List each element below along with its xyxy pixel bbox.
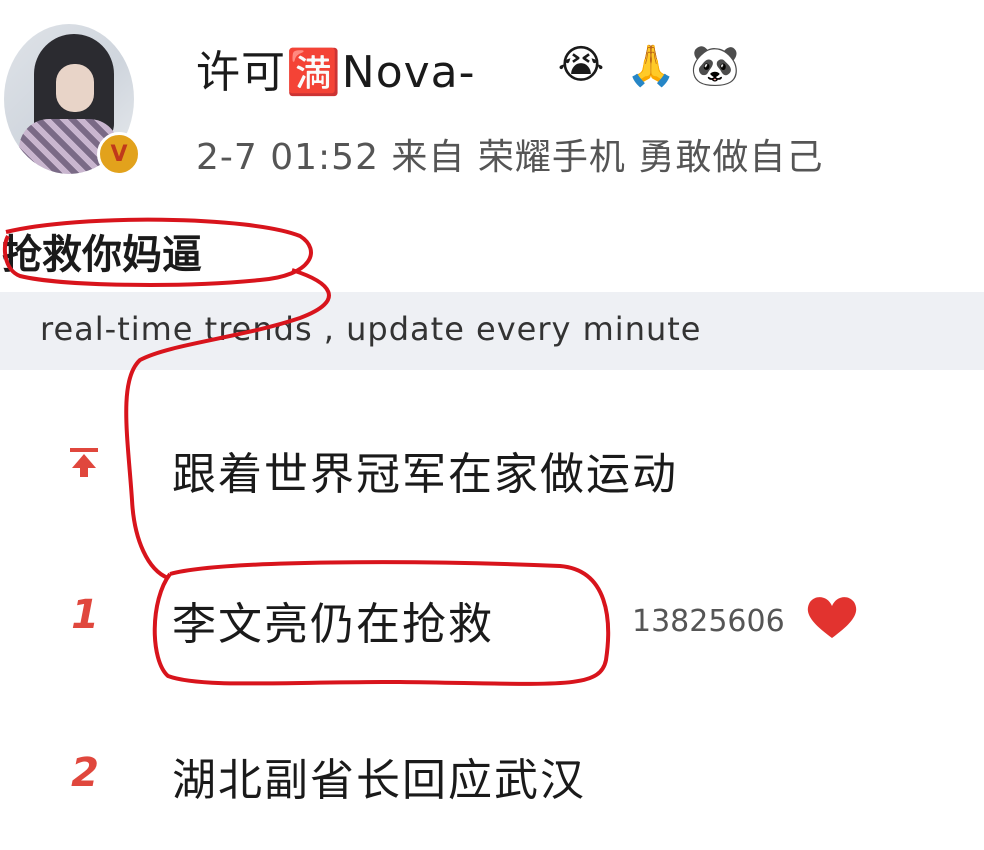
trend-rank: 2 xyxy=(71,750,99,796)
trends-header: real-time trends , update every minute xyxy=(0,292,984,370)
trend-count: 13825606 xyxy=(632,604,785,639)
username[interactable]: 许可🈵Nova- xyxy=(196,36,476,100)
praying-hands-icon: 🙏 xyxy=(626,42,676,89)
trend-item-1[interactable]: 1 李文亮仍在抢救 13825606 xyxy=(0,574,984,664)
post-text: 抢救你妈逼 xyxy=(2,232,202,278)
post-meta: 2-7 01:52 来自 荣耀手机 勇敢做自己 xyxy=(196,137,824,178)
trends-header-label: real-time trends , update every minute xyxy=(40,310,702,348)
trend-title: 李文亮仍在抢救 xyxy=(172,599,494,650)
avatar-face xyxy=(56,64,94,112)
trend-item-2[interactable]: 2 湖北副省长回应武汉 xyxy=(0,730,984,820)
trend-title: 湖北副省长回应武汉 xyxy=(172,755,586,806)
trend-title: 跟着世界冠军在家做运动 xyxy=(172,449,678,500)
trend-rank: 1 xyxy=(71,592,99,638)
panda-face-icon: 🐼 xyxy=(690,42,740,89)
crying-face-icon: 😭 xyxy=(557,42,605,88)
trend-item-pinned[interactable]: 跟着世界冠军在家做运动 xyxy=(0,420,984,510)
verified-icon: V xyxy=(97,132,141,176)
pinned-top-icon xyxy=(70,448,98,477)
heart-icon xyxy=(807,597,857,638)
